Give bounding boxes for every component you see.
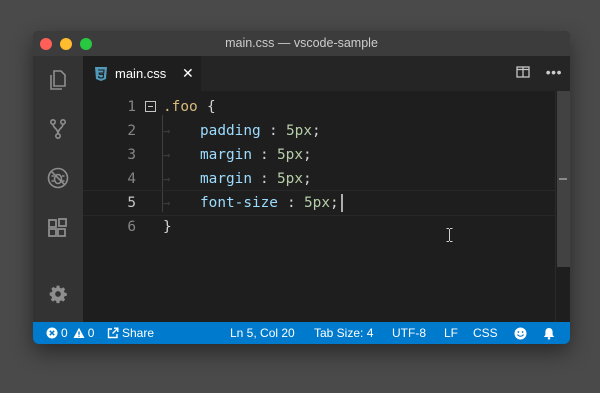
- tab-whitespace-glyph: →: [163, 148, 171, 162]
- line-number: 3: [127, 147, 136, 163]
- colon: :: [287, 195, 296, 211]
- tab-whitespace-glyph: →: [163, 196, 171, 210]
- cursor-ruler-mark: [559, 178, 567, 180]
- feedback-smiley-icon[interactable]: [514, 327, 527, 340]
- semicolon: ;: [303, 147, 312, 163]
- tab-label: main.css: [115, 66, 167, 81]
- notifications-bell-icon[interactable]: [543, 327, 555, 340]
- problems-indicator[interactable]: 0 0: [46, 326, 94, 340]
- css-selector: .foo: [163, 99, 198, 115]
- encoding[interactable]: UTF-8: [392, 326, 426, 340]
- css-property: font-size: [200, 195, 278, 211]
- semicolon: ;: [303, 171, 312, 187]
- error-icon: [46, 327, 58, 339]
- fold-icon[interactable]: [145, 101, 156, 112]
- tab-size[interactable]: Tab Size: 4: [314, 326, 373, 340]
- error-count: 0: [61, 326, 68, 340]
- gear-icon[interactable]: [48, 284, 68, 304]
- close-brace: }: [163, 219, 172, 235]
- ibeam-cursor-icon: [446, 228, 453, 242]
- colon: :: [260, 171, 269, 187]
- open-brace: {: [207, 99, 216, 115]
- code-line: 3 → margin : 5px ;: [83, 143, 556, 167]
- language-mode[interactable]: CSS: [473, 326, 498, 340]
- css-property: margin: [200, 147, 252, 163]
- tab-whitespace-glyph: →: [163, 172, 171, 186]
- activity-bar: [33, 56, 83, 322]
- colon: :: [260, 147, 269, 163]
- extensions-icon[interactable]: [46, 216, 70, 240]
- more-actions-icon[interactable]: •••: [546, 65, 562, 79]
- line-number: 2: [127, 123, 136, 139]
- share-label: Share: [122, 326, 155, 340]
- explorer-icon[interactable]: [46, 68, 70, 92]
- line-number: 6: [127, 219, 136, 235]
- tab-whitespace-glyph: →: [163, 124, 171, 138]
- end-of-line[interactable]: LF: [444, 326, 458, 340]
- code-line: 2 → padding : 5px ;: [83, 119, 556, 143]
- editor-area: main.css ✕ ••• 1 .foo { 2 → padding: 5p…: [83, 56, 570, 322]
- share-icon: [107, 327, 119, 339]
- css-value: 5px: [277, 171, 303, 187]
- semicolon: ;: [330, 195, 339, 211]
- text-cursor: [341, 194, 343, 212]
- tab-main-css[interactable]: main.css ✕: [83, 56, 201, 91]
- line-number: 4: [127, 171, 136, 187]
- css-value: 5px: [304, 195, 330, 211]
- cursor-position[interactable]: Ln 5, Col 20: [230, 326, 295, 340]
- css-file-icon: [95, 66, 107, 81]
- split-editor-icon[interactable]: [516, 65, 530, 79]
- colon: :: [269, 123, 278, 139]
- vertical-scrollbar[interactable]: [555, 91, 570, 322]
- code-line: 4 → margin : 5px ;: [83, 167, 556, 191]
- warning-icon: [73, 327, 85, 338]
- code-line-current: 5 → font-size : 5px ;: [83, 190, 556, 216]
- code-line: 1 .foo {: [83, 95, 556, 119]
- line-number: 5: [127, 195, 136, 211]
- editor-window: main.css — vscode-sample main.css ✕ ••• …: [33, 31, 570, 344]
- close-tab-icon[interactable]: ✕: [182, 65, 194, 81]
- title-bar: main.css — vscode-sample: [33, 31, 570, 56]
- window-title: main.css — vscode-sample: [225, 36, 378, 50]
- editor-actions: •••: [516, 65, 562, 79]
- status-bar: 0 0 Share Ln 5, Col 20 Tab Size: 4 UTF-8…: [33, 322, 570, 344]
- semicolon: ;: [312, 123, 321, 139]
- css-property: padding: [200, 123, 261, 139]
- debug-icon[interactable]: [46, 166, 70, 190]
- tab-bar: main.css ✕ •••: [83, 56, 570, 91]
- css-value: 5px: [286, 123, 312, 139]
- warning-count: 0: [87, 326, 95, 340]
- code-line: 6 }: [83, 215, 556, 239]
- css-property: margin: [200, 171, 252, 187]
- source-control-icon[interactable]: [46, 117, 70, 141]
- share-button[interactable]: Share: [107, 326, 154, 340]
- css-value: 5px: [277, 147, 303, 163]
- line-number: 1: [127, 99, 136, 115]
- code-editor[interactable]: 1 .foo { 2 → padding : 5px ; 3 → margin …: [83, 91, 556, 322]
